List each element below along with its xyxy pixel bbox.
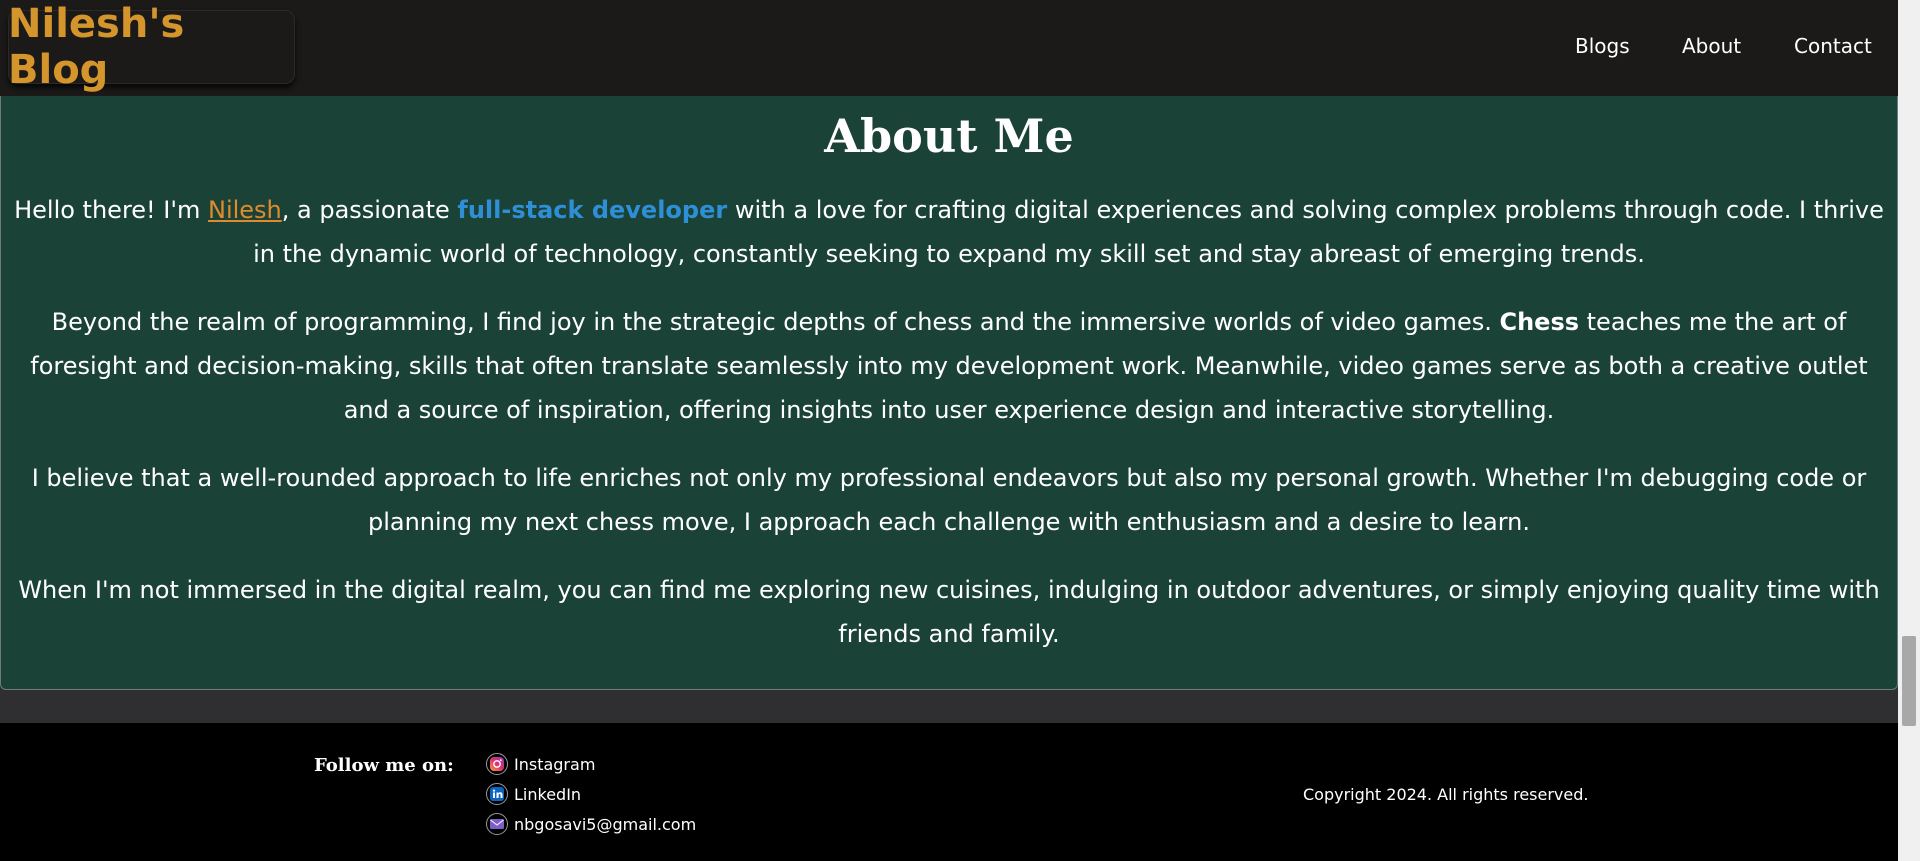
page-title: About Me <box>824 109 1074 163</box>
scrollbar-thumb[interactable] <box>1902 636 1916 726</box>
instagram-icon <box>486 753 508 775</box>
follow-label: Follow me on: <box>314 755 454 776</box>
linkedin-label: LinkedIn <box>514 784 582 804</box>
linkedin-icon <box>486 783 508 805</box>
copyright-text: Copyright 2024. All rights reserved. <box>1303 785 1589 804</box>
email-label: nbgosavi5@gmail.com <box>514 814 697 834</box>
social-links: Instagram LinkedIn nbgosavi5@gmail.com <box>486 749 696 839</box>
scrollbar-track[interactable] <box>1898 0 1920 861</box>
name-link[interactable]: Nilesh <box>208 196 282 224</box>
intro-text-mid: , a passionate <box>281 196 458 224</box>
linkedin-link[interactable]: LinkedIn <box>486 779 696 809</box>
email-link[interactable]: nbgosavi5@gmail.com <box>486 809 696 839</box>
about-paragraph-hobbies: Beyond the realm of programming, I find … <box>1 300 1897 432</box>
intro-text-start: Hello there! I'm <box>14 196 208 224</box>
about-paragraph-approach: I believe that a well-rounded approach t… <box>31 464 1867 536</box>
role-highlight: full-stack developer <box>457 196 728 224</box>
site-header: Nilesh's Blog Blogs About Contact <box>0 0 1898 96</box>
instagram-link[interactable]: Instagram <box>486 749 696 779</box>
email-icon <box>486 813 508 835</box>
about-paragraph-leisure: When I'm not immersed in the digital rea… <box>18 576 1880 648</box>
nav-about-link[interactable]: About <box>1682 34 1741 58</box>
hobbies-text-start: Beyond the realm of programming, I find … <box>51 308 1500 336</box>
site-footer: Follow me on: Instagram LinkedIn nbgosav… <box>0 723 1898 861</box>
chess-highlight: Chess <box>1499 308 1580 336</box>
site-logo[interactable]: Nilesh's Blog <box>8 1 295 93</box>
about-section: About Me Hello there! I'm Nilesh, a pass… <box>0 96 1898 690</box>
instagram-label: Instagram <box>514 754 596 774</box>
about-paragraph-intro: Hello there! I'm Nilesh, a passionate fu… <box>1 188 1897 276</box>
nav-blogs-link[interactable]: Blogs <box>1575 34 1630 58</box>
nav-contact-link[interactable]: Contact <box>1794 34 1872 58</box>
